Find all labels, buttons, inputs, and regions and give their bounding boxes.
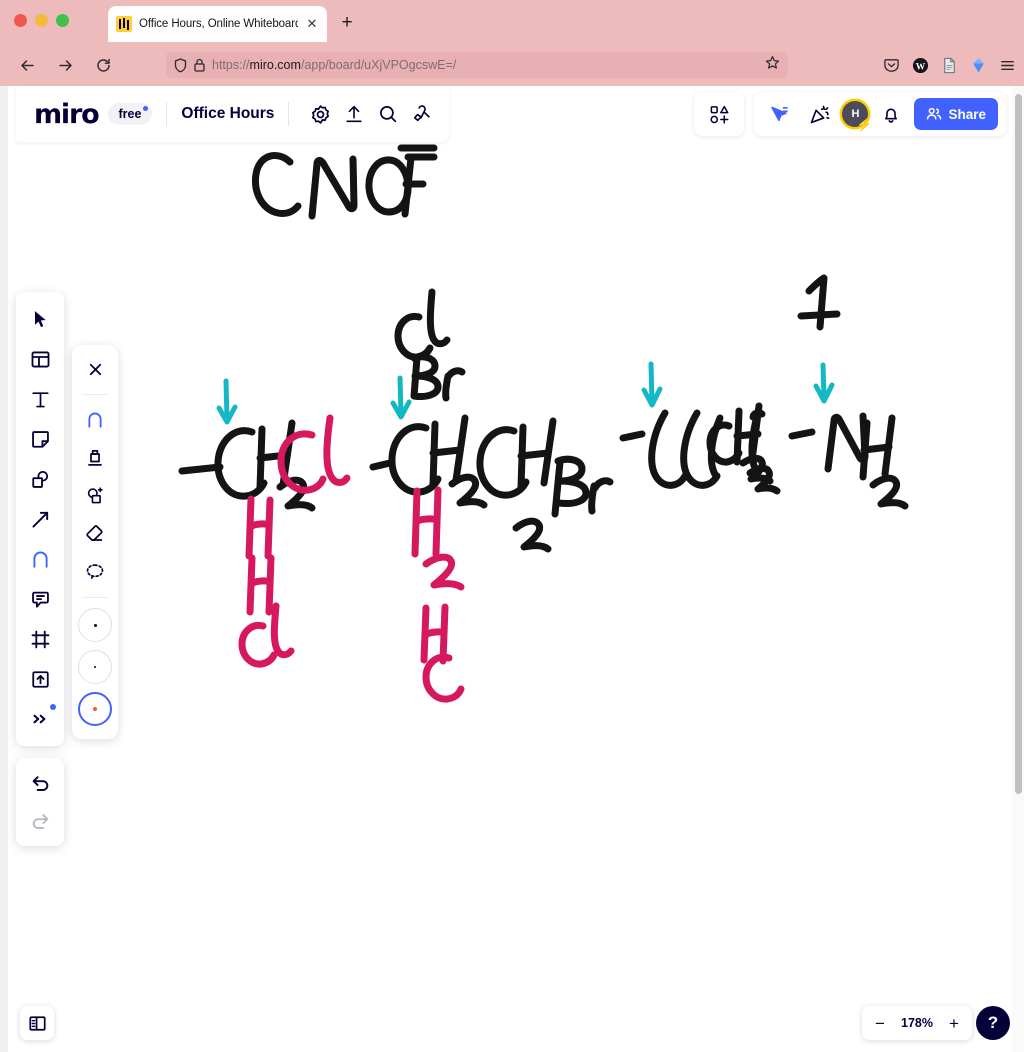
app-header-right: H ⚡ Share	[694, 86, 1006, 142]
browser-tab[interactable]: Office Hours, Online Whiteboard ✕	[108, 6, 327, 42]
pen-tool-eraser[interactable]	[77, 516, 113, 552]
url-scheme: https://	[212, 58, 250, 72]
tab-title: Office Hours, Online Whiteboard	[139, 18, 298, 30]
wikipedia-icon[interactable]: W	[912, 57, 929, 74]
tool-frame[interactable]	[21, 620, 59, 658]
stroke-large[interactable]	[78, 692, 112, 726]
gem-icon[interactable]	[970, 57, 987, 74]
board-title[interactable]: Office Hours	[181, 105, 274, 123]
bookmark-star-icon[interactable]	[765, 55, 780, 75]
pen-tool-marker[interactable]	[77, 440, 113, 476]
close-tab-button[interactable]: ✕	[305, 17, 319, 31]
share-label: Share	[948, 106, 986, 122]
whiteboard-canvas[interactable]: miro free Office Hours H ⚡ Share − 178% …	[8, 86, 1016, 1052]
stroke-medium[interactable]	[78, 650, 112, 684]
url-text: https://miro.com/app/board/uXjVPOgcswE=/	[212, 58, 758, 72]
tool-comment[interactable]	[21, 580, 59, 618]
redo-button[interactable]	[21, 802, 59, 840]
zoom-out-button[interactable]: −	[866, 1009, 894, 1037]
tool-pen[interactable]	[21, 540, 59, 578]
page-scrollbar[interactable]	[1012, 86, 1024, 1052]
document-icon[interactable]	[941, 57, 958, 74]
minimize-window-button[interactable]	[35, 14, 48, 27]
whiteboard-ink	[178, 144, 909, 703]
left-toolbar	[16, 292, 64, 746]
tool-connector[interactable]	[21, 500, 59, 538]
pocket-icon[interactable]	[883, 57, 900, 74]
header-divider-1	[166, 102, 168, 126]
tool-select[interactable]	[21, 300, 59, 338]
menu-icon[interactable]	[999, 57, 1016, 74]
close-pen-panel-button[interactable]	[77, 351, 113, 387]
page-scrollbar-thumb[interactable]	[1015, 94, 1022, 794]
shield-icon	[174, 57, 187, 73]
url-path: /app/board/uXjVPOgcswE=/	[300, 58, 457, 72]
zoom-level[interactable]: 178%	[896, 1016, 938, 1030]
close-window-button[interactable]	[14, 14, 27, 27]
share-button[interactable]: Share	[914, 98, 998, 130]
apps-icon[interactable]	[405, 97, 439, 131]
tool-sticky-note[interactable]	[21, 420, 59, 458]
browser-titlebar: Office Hours, Online Whiteboard ✕ +	[0, 0, 1024, 44]
settings-icon[interactable]	[303, 97, 337, 131]
help-button[interactable]: ?	[976, 1006, 1010, 1040]
avatar[interactable]: H ⚡	[842, 101, 872, 131]
plan-badge[interactable]: free	[108, 103, 153, 125]
svg-text:W: W	[916, 62, 926, 72]
canvas-edge	[0, 86, 8, 1052]
forward-icon[interactable]	[50, 50, 80, 80]
upload-icon[interactable]	[337, 97, 371, 131]
templates-icon[interactable]	[702, 97, 736, 131]
tool-more[interactable]	[21, 700, 59, 738]
history-toolbar	[16, 758, 64, 846]
pen-panel-divider-2	[82, 597, 108, 598]
panel-toggle-button[interactable]	[20, 1006, 54, 1040]
pen-options-panel	[72, 345, 118, 739]
search-icon[interactable]	[371, 97, 405, 131]
header-divider-2	[288, 102, 290, 126]
miro-logo[interactable]: miro	[34, 99, 100, 130]
extension-icons: W	[883, 52, 1016, 78]
undo-button[interactable]	[21, 764, 59, 802]
lock-icon	[194, 58, 205, 72]
tool-text[interactable]	[21, 380, 59, 418]
pen-tool-lasso[interactable]	[77, 554, 113, 590]
reload-icon[interactable]	[88, 50, 118, 80]
tool-upload[interactable]	[21, 660, 59, 698]
more-tools-badge	[50, 704, 56, 710]
browser-window: Office Hours, Online Whiteboard ✕ + http…	[0, 0, 1024, 1052]
tool-templates[interactable]	[21, 340, 59, 378]
url-domain: miro.com	[249, 58, 301, 72]
window-controls	[14, 14, 69, 27]
miro-app: miro free Office Hours H ⚡ Share − 178% …	[0, 86, 1024, 1052]
address-bar[interactable]: https://miro.com/app/board/uXjVPOgcswE=/	[166, 52, 788, 78]
app-header: miro free Office Hours	[16, 86, 450, 142]
zoom-controls: − 178% +	[862, 1006, 972, 1040]
miro-favicon	[116, 16, 132, 32]
maximize-window-button[interactable]	[56, 14, 69, 27]
notifications-bell-icon[interactable]	[874, 97, 908, 131]
zoom-in-button[interactable]: +	[940, 1009, 968, 1037]
pen-tool-smart-draw[interactable]	[77, 478, 113, 514]
stroke-small[interactable]	[78, 608, 112, 642]
celebrate-icon[interactable]	[802, 97, 836, 131]
back-icon[interactable]	[12, 50, 42, 80]
tool-shapes[interactable]	[21, 460, 59, 498]
collab-group: H ⚡ Share	[754, 92, 1006, 136]
pen-tool-pen[interactable]	[77, 402, 113, 438]
templates-group	[694, 92, 745, 136]
presentation-cursor-icon[interactable]	[762, 97, 796, 131]
new-tab-button[interactable]: +	[337, 13, 357, 34]
lightning-badge-icon: ⚡	[856, 117, 873, 132]
pen-panel-divider-1	[82, 394, 108, 395]
